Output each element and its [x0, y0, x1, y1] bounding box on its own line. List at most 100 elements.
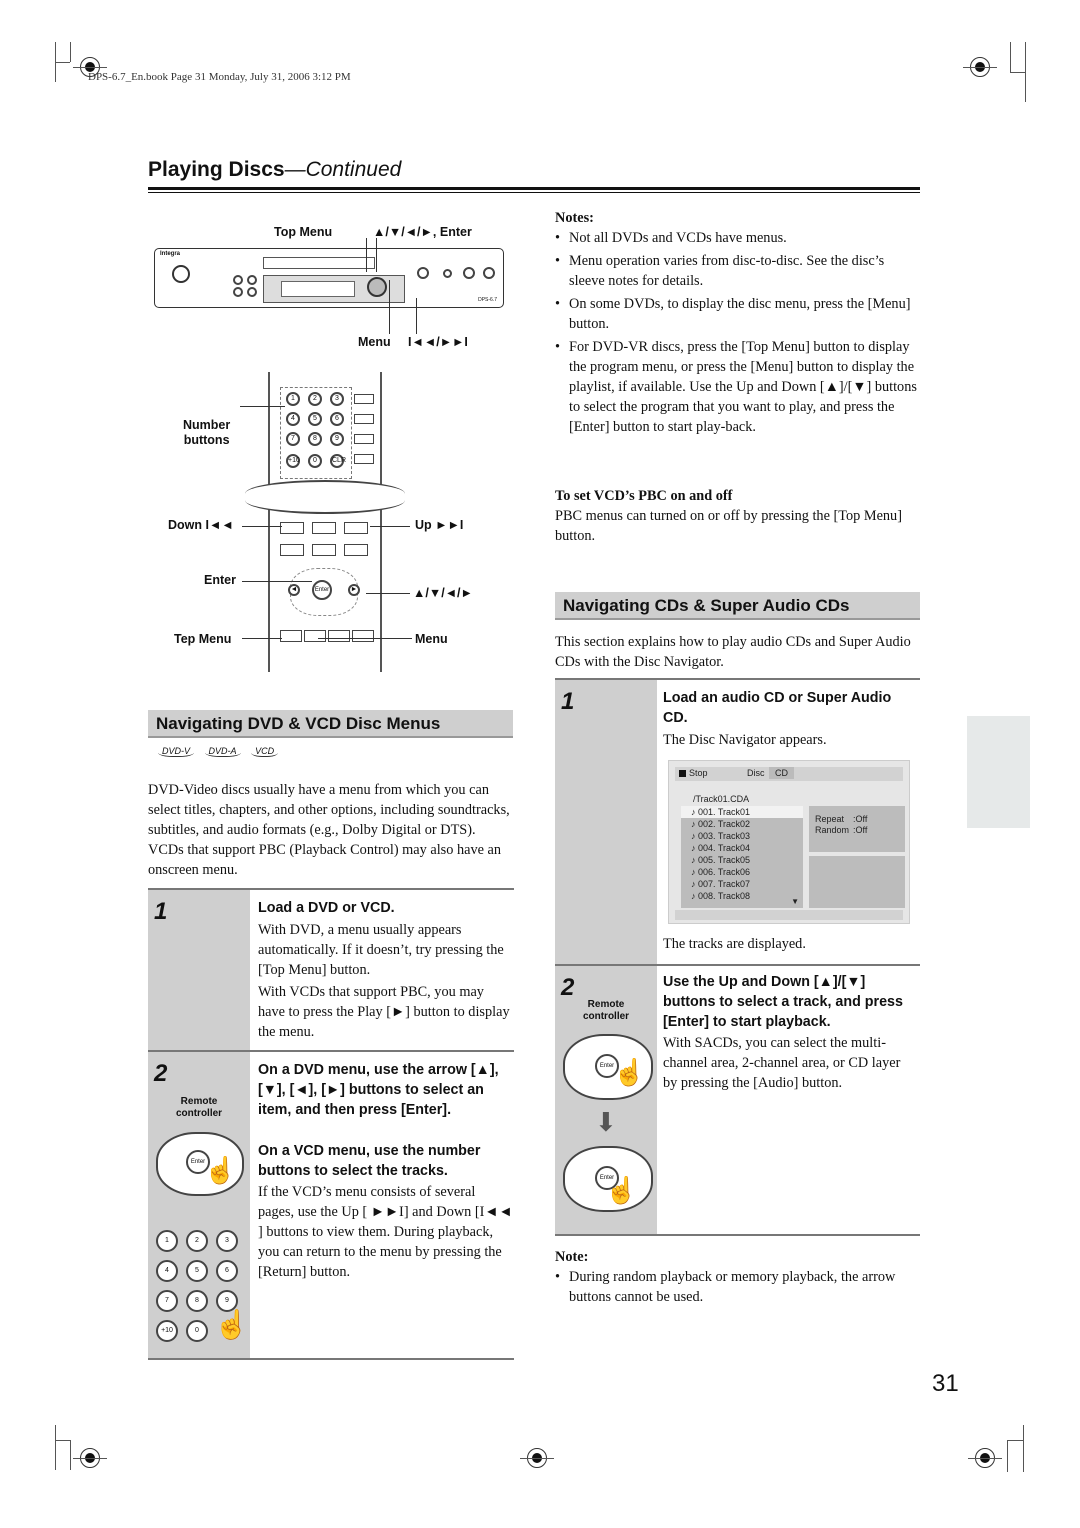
dpad-enter-button: Enter [312, 580, 332, 600]
scroll-down-icon[interactable]: ▼ [791, 897, 799, 906]
page-number: 31 [932, 1370, 959, 1397]
transport-play-button [312, 522, 336, 534]
callout-line [318, 638, 412, 639]
notes: Notes: • Not all DVDs and VCDs have menus… [555, 208, 920, 440]
crop-mark [55, 62, 70, 63]
remote-return-button [328, 630, 350, 642]
remote-menu-button [304, 630, 326, 642]
remote-key-9: 9 [330, 432, 344, 446]
track-item[interactable]: ♪ 003. Track03 [681, 830, 803, 842]
title-rule [148, 187, 920, 190]
remote-side-button [354, 394, 374, 404]
track-item[interactable]: ♪ 004. Track04 [681, 842, 803, 854]
step-sidebar [555, 680, 657, 966]
keypad-plus10: +10 [156, 1320, 178, 1342]
setting-label: Repeat [815, 814, 845, 824]
crop-mark [1010, 42, 1011, 72]
pbc-body: PBC menus can turned on or off by pressi… [555, 508, 902, 544]
note-item: • On some DVDs, to display the disc menu,… [555, 296, 911, 332]
step-number: 2 [154, 1060, 168, 1087]
label-enter: Enter [204, 573, 236, 587]
panel-button [247, 287, 257, 297]
transport-stop-button [312, 544, 336, 556]
remote-side-button [354, 434, 374, 444]
step-body: With SACDs, you can select the multi-cha… [663, 1035, 901, 1091]
remote-key-clr: CLR [330, 454, 346, 468]
section-heading-cd: Navigating CDs & Super Audio CDs [555, 592, 920, 620]
chapter-side-tab [967, 716, 1030, 828]
setting-random: Random:Off [815, 825, 867, 836]
keypad-0: 0 [186, 1320, 208, 1342]
step-title-vcd: On a VCD menu, use the number buttons to… [258, 1143, 481, 1179]
track-item[interactable]: ♪ 005. Track05 [681, 854, 803, 866]
keypad-8: 8 [186, 1290, 208, 1312]
track-list: ♪ 001. Track01 ♪ 002. Track02 ♪ 003. Track… [681, 806, 803, 908]
navigator-disc-label: Disc [747, 768, 765, 778]
track-label: 005. Track05 [698, 855, 751, 865]
crop-mark [1010, 72, 1025, 73]
label-menu-remote: Menu [415, 632, 448, 646]
panel-button [233, 275, 243, 285]
section-heading-dvd: Navigating DVD & VCD Disc Menus [148, 710, 513, 738]
note: Note: • During random playback or memory … [555, 1247, 920, 1307]
track-item[interactable]: ♪ 006. Track06 [681, 866, 803, 878]
music-note-icon: ♪ [691, 891, 699, 901]
disc-badges: DVD-V DVD-A VCD [158, 746, 279, 757]
label-top-menu: Top Menu [274, 225, 333, 239]
remote-key-6: 6 [330, 412, 344, 426]
music-note-icon: ♪ [691, 807, 699, 817]
track-label: 001. Track01 [698, 807, 751, 817]
transport-up-button [344, 522, 368, 534]
track-item[interactable]: ♪ 007. Track07 [681, 878, 803, 890]
pointing-hand-icon: ☝ [613, 1058, 646, 1087]
badge-vcd: VCD [251, 746, 279, 757]
panel-button [233, 287, 243, 297]
music-note-icon: ♪ [691, 843, 699, 853]
power-knob [172, 265, 190, 283]
track-item[interactable]: ♪ 001. Track01 [681, 806, 803, 818]
keypad-7: 7 [156, 1290, 178, 1312]
step-body: With DVD, a menu usually appears automat… [258, 922, 504, 978]
panel-button [483, 267, 495, 279]
navigator-status: Stop [689, 768, 708, 778]
step-number: 1 [561, 688, 575, 715]
track-item[interactable]: ♪ 008. Track08 [681, 890, 803, 902]
panel-button [463, 267, 475, 279]
disc-navigator-screen: Stop Disc CD /Track01.CDA ♪ 001. Track01… [668, 760, 910, 924]
track-item[interactable]: ♪ 002. Track02 [681, 818, 803, 830]
settings-panel: Repeat :Off Random:Off [809, 806, 905, 852]
label-top-menu-remote: Tep Menu [174, 632, 232, 646]
panel-button [443, 269, 452, 278]
label-number: Number [183, 418, 231, 432]
crop-mark [70, 42, 71, 62]
note-text: During random playback or memory playbac… [569, 1269, 896, 1305]
pointing-hand-icon: ☝ [214, 1310, 249, 1341]
keypad-3: 3 [216, 1230, 238, 1252]
step-number: 2 [561, 974, 575, 1001]
remote-key-3: 3 [330, 392, 344, 406]
note-item: • Menu operation varies from disc-to-disc… [555, 253, 885, 289]
remote-setup-button [352, 630, 374, 642]
pointing-hand-icon: ☝ [605, 1176, 638, 1205]
registration-mark-icon [968, 1448, 1002, 1468]
navigator-disc-value: CD [769, 767, 794, 779]
label-arrows: ▲/▼/◄/► [413, 586, 473, 600]
crop-mark [55, 1425, 56, 1470]
title-rule [148, 192, 920, 193]
pbc-section: To set VCD’s PBC on and off PBC menus ca… [555, 486, 920, 546]
keypad-4: 4 [156, 1260, 178, 1282]
panel-button [247, 275, 257, 285]
music-note-icon: ♪ [691, 831, 699, 841]
note-text: For DVD-VR discs, press the [Top Menu] b… [569, 339, 917, 435]
remote-controller-diagram: 1 2 3 4 5 6 7 8 9 +10 0 CLR Enter ◄ ► [245, 372, 405, 672]
note-text: Menu operation varies from disc-to-disc.… [569, 253, 885, 289]
transport-fr-button [280, 544, 304, 556]
remote-key-0: 0 [308, 454, 322, 468]
player-front-panel: Integra DPS-6.7 [154, 248, 504, 308]
callout-line [242, 581, 312, 582]
step-after: The tracks are displayed. [663, 936, 806, 952]
setting-value: :Off [853, 825, 868, 835]
remote-controller-label: Remote controller [582, 999, 630, 1022]
step-title: Load a DVD or VCD. [258, 900, 395, 916]
remote-side-button [354, 454, 374, 464]
